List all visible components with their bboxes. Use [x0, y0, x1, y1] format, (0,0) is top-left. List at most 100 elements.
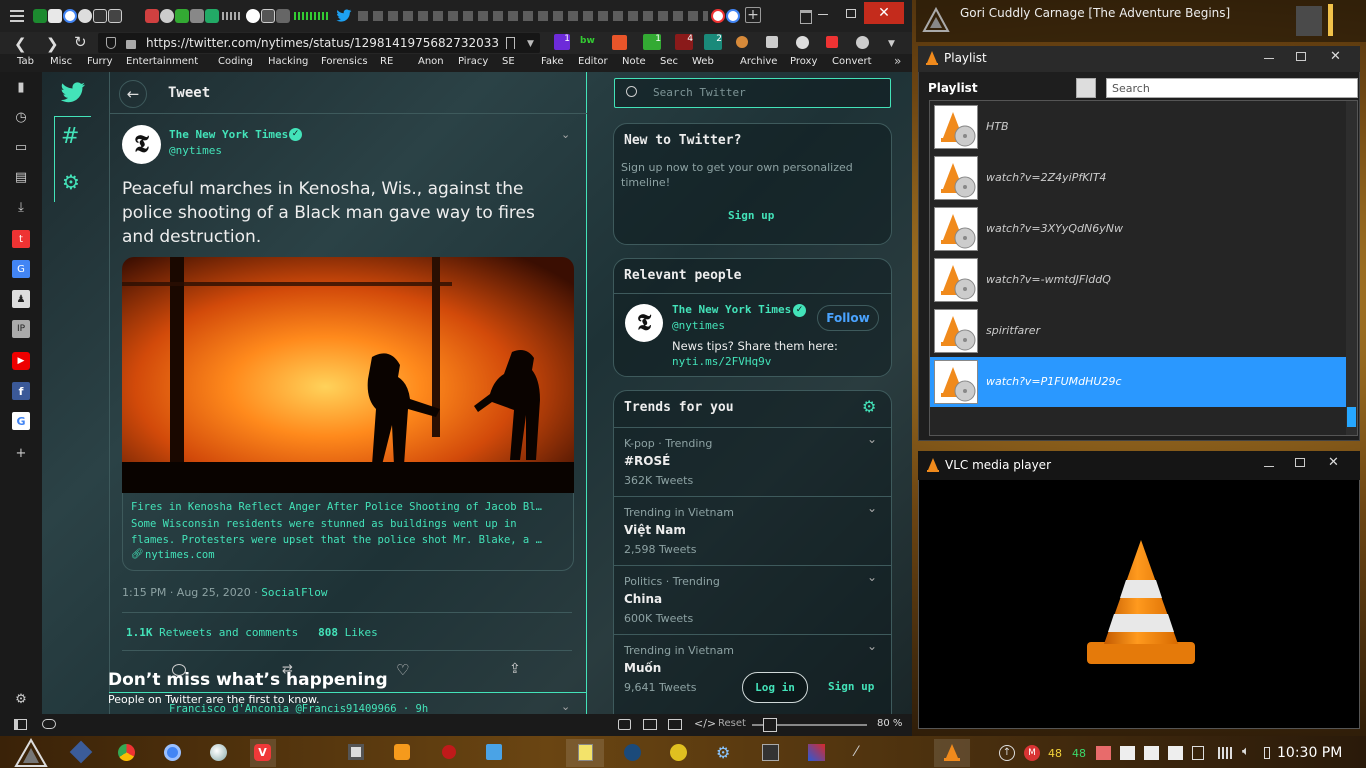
tiling-icon[interactable] [643, 719, 657, 730]
author-avatar[interactable]: 𝕿 [122, 125, 161, 164]
follow-button[interactable]: Follow [817, 305, 879, 331]
tray-icon-4[interactable] [1168, 746, 1183, 760]
bookmark-icon[interactable] [506, 37, 515, 49]
taskbar-app-sublime-icon[interactable] [394, 744, 410, 760]
tray-counter-a[interactable]: 48 [1048, 747, 1062, 760]
trend-chevron-icon[interactable]: ⌄ [867, 639, 877, 653]
ext-icon-6[interactable]: 2 [704, 34, 722, 50]
taskbar-app-globe-icon[interactable] [210, 744, 227, 761]
capture-icon[interactable] [618, 719, 631, 730]
sign-up-button[interactable]: Sign up [728, 209, 774, 222]
tab-favicon-7[interactable] [145, 9, 159, 23]
bookmark-folder[interactable]: Piracy [458, 56, 488, 67]
bookmark-folder[interactable]: Tab [17, 56, 34, 67]
playlist-search-placeholder[interactable]: Search [1112, 82, 1150, 95]
tray-volume-icon[interactable]: 🔈︎ [1242, 744, 1250, 759]
author-handle[interactable]: @nytimes [169, 144, 222, 157]
code-icon[interactable]: </> [694, 717, 716, 730]
retweets-count[interactable]: 1.1K [126, 626, 153, 639]
chevron-down-icon[interactable]: ▼ [888, 39, 895, 49]
playlist-item[interactable]: watch?v=-wmtdJFlddQ [930, 255, 1346, 305]
new-tab-button[interactable]: + [745, 7, 761, 23]
bookmark-folder[interactable]: Forensics [321, 56, 368, 67]
tab-favicon-9[interactable] [175, 9, 189, 23]
tab-favicon-13[interactable] [261, 9, 275, 23]
trend-name[interactable]: #ROSÉ [624, 454, 670, 468]
taskbar-app-cherry-icon[interactable] [442, 745, 456, 759]
playlist-close-button[interactable]: ✕ [1330, 49, 1341, 64]
ext-icon-8[interactable] [766, 36, 778, 48]
bookmark-folder[interactable]: Archive [740, 56, 777, 67]
tray-mail-icon[interactable]: M [1024, 745, 1040, 761]
taskbar-app-steam-icon[interactable] [624, 744, 641, 761]
tab-favicon-2[interactable] [48, 9, 62, 23]
author-name[interactable]: The New York Times [169, 128, 288, 141]
taskbar-app-vivaldi-logo-icon[interactable]: V [254, 744, 271, 761]
trend-name[interactable]: Việt Nam [624, 523, 686, 537]
bookmark-folder[interactable]: Entertainment [126, 56, 198, 67]
likes-count[interactable]: 808 [318, 626, 338, 639]
taskbar-app-notepad-icon[interactable] [486, 744, 502, 760]
playlist-minimize-button[interactable] [1264, 58, 1274, 59]
web-panel-icon-1[interactable]: t [12, 230, 30, 248]
ip-icon[interactable]: IP [12, 320, 30, 338]
ext-icon-2[interactable]: bw [580, 36, 598, 50]
bookmark-folder[interactable]: SE [502, 56, 515, 67]
taskbar-vlc-icon[interactable] [944, 744, 960, 761]
trend-item[interactable]: Trending in Vietnam Việt Nam 2,598 Tweets ⌄ [613, 496, 892, 565]
maximize-button[interactable] [846, 9, 856, 18]
taskbar-app-calculator-icon[interactable] [348, 744, 364, 760]
tab-favicon-14[interactable] [276, 9, 290, 23]
taskbar-app-tool-icon[interactable] [808, 744, 825, 761]
bookmark-folder[interactable]: Proxy [790, 56, 817, 67]
bookmark-folder[interactable]: Coding [218, 56, 253, 67]
ext-icon-5[interactable]: 4 [675, 34, 693, 50]
tray-icon-2[interactable] [1120, 746, 1135, 760]
url-text[interactable]: https://twitter.com/nytimes/status/12981… [146, 36, 499, 50]
settings-gear-icon[interactable]: ⚙ [12, 690, 30, 708]
taskbar-app-game-icon[interactable] [762, 744, 779, 761]
taskbar-app-notes-icon[interactable] [578, 744, 593, 761]
tray-network-icon[interactable] [1218, 747, 1232, 759]
tab-favicon-3[interactable] [63, 9, 77, 23]
tray-clipboard-icon[interactable] [1192, 746, 1204, 760]
relevant-handle[interactable]: @nytimes [672, 319, 725, 332]
panel-toggle-icon[interactable] [14, 719, 27, 730]
back-arrow-button[interactable]: ← [119, 80, 147, 108]
tab-favicon-15[interactable] [711, 9, 725, 23]
add-panel-icon[interactable]: + [12, 444, 30, 462]
trends-settings-icon[interactable]: ⚙ [862, 397, 876, 416]
trend-chevron-icon[interactable]: ⌄ [867, 432, 877, 446]
tab-favicon-11[interactable] [205, 9, 219, 23]
tab-favicon-10[interactable] [190, 9, 204, 23]
retweets-label[interactable]: Retweets and comments [159, 626, 298, 639]
menu-icon[interactable] [10, 9, 26, 23]
tray-up-arrow-icon[interactable]: ↑ [999, 745, 1015, 761]
playlist-item-selected[interactable]: watch?v=P1FUMdHU29c [930, 357, 1346, 407]
timestamp-text[interactable]: 1:15 PM · Aug 25, 2020 · [122, 586, 261, 599]
bookmark-folder[interactable]: Misc [50, 56, 72, 67]
playlist-item[interactable]: spiritfarer [930, 306, 1346, 356]
ext-icon-4[interactable]: 1 [643, 34, 661, 50]
ext-icon-10[interactable] [826, 36, 838, 48]
ext-icon-9[interactable] [796, 36, 809, 49]
tweet-menu-chevron-icon[interactable]: ⌄ [561, 128, 570, 141]
ext-icon-3[interactable] [612, 35, 627, 50]
trend-item[interactable]: K-pop · Trending #ROSÉ 362K Tweets ⌄ [613, 427, 892, 496]
vlc-maximize-button[interactable] [1295, 458, 1305, 467]
bookmark-folder[interactable]: Note [622, 56, 646, 67]
taskbar-app-feather-icon[interactable]: ⁄ [855, 744, 871, 760]
facebook-icon[interactable]: f [12, 382, 30, 400]
reload-icon[interactable]: ↻ [74, 33, 87, 51]
cloud-sync-icon[interactable] [42, 719, 56, 729]
bookmark-folder[interactable]: Convert [832, 56, 872, 67]
back-icon[interactable]: ❮ [14, 35, 27, 53]
notes-icon[interactable]: ▤ [12, 168, 30, 186]
playlist-item[interactable]: watch?v=3XYyQdN6yNw [930, 204, 1346, 254]
playlist-scrollbar[interactable] [1346, 101, 1357, 435]
trend-chevron-icon[interactable]: ⌄ [867, 570, 877, 584]
bookmarks-panel-icon[interactable]: ▮ [12, 78, 30, 96]
more-bookmarks-icon[interactable]: » [894, 54, 901, 68]
zoom-level[interactable]: 80 % [877, 718, 902, 729]
history-icon[interactable]: ◷ [12, 108, 30, 126]
